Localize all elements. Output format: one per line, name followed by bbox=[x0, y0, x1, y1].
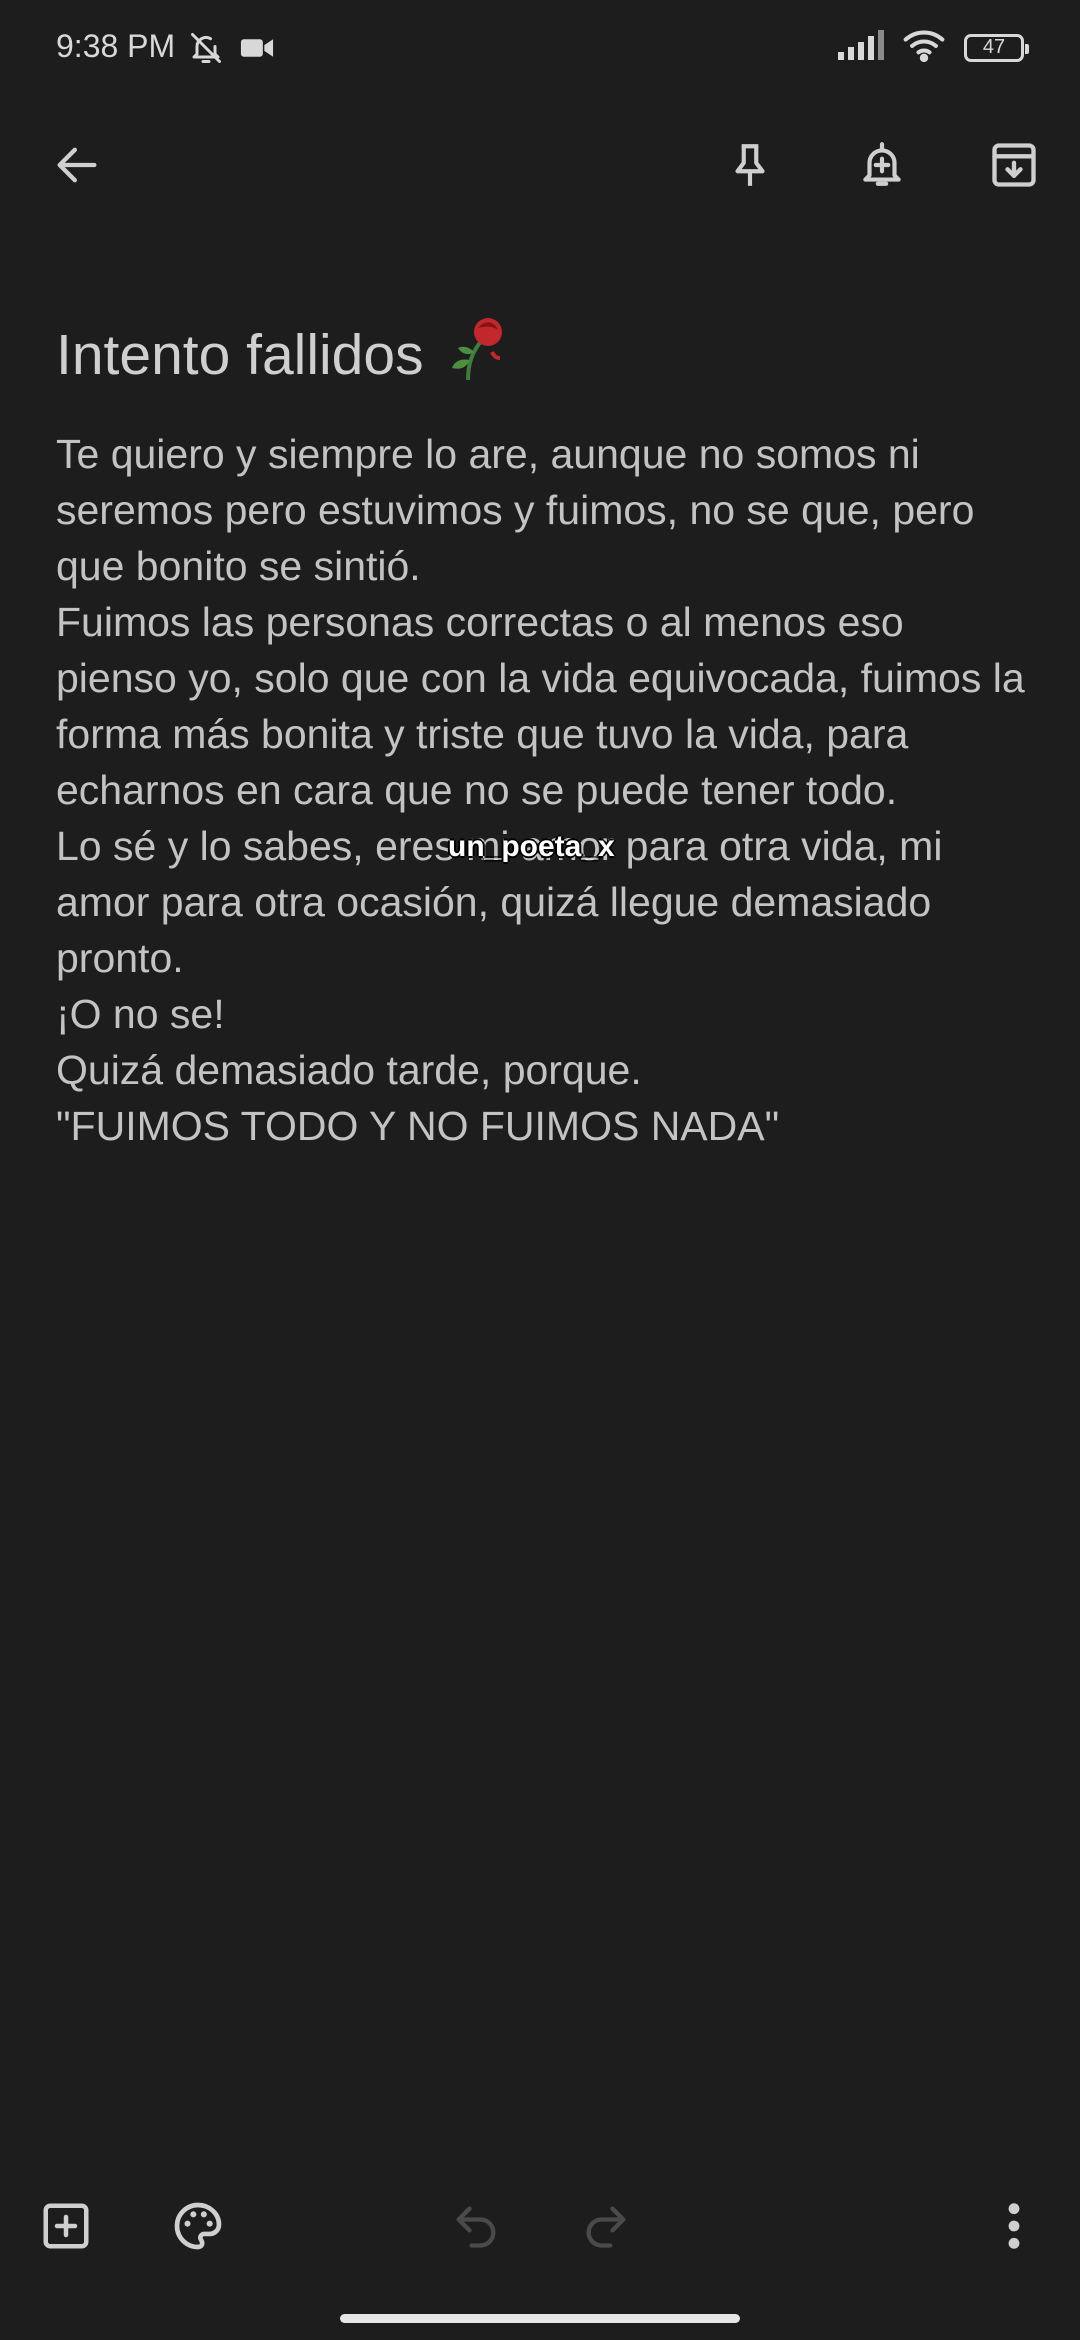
note-paragraph: Quizá demasiado tarde, porque. bbox=[56, 1047, 642, 1093]
undo-button[interactable] bbox=[436, 2188, 516, 2268]
note-toolbar bbox=[0, 110, 1080, 220]
status-right-icons: 47 bbox=[838, 28, 1029, 67]
note-title-text: Intento fallidos bbox=[56, 323, 424, 387]
reminder-bell-icon bbox=[857, 140, 907, 195]
signal-icon bbox=[838, 30, 884, 65]
back-arrow-icon bbox=[51, 139, 103, 196]
watermark-text: un_poeta_x bbox=[448, 830, 615, 863]
battery-icon: 47 bbox=[964, 33, 1029, 62]
back-button[interactable] bbox=[42, 132, 112, 202]
pin-icon bbox=[725, 140, 775, 195]
note-paragraph: Fuimos las personas correctas o al menos… bbox=[56, 599, 1025, 813]
status-time: 9:38 PM bbox=[56, 28, 176, 64]
wilted-rose-icon bbox=[444, 312, 508, 398]
video-camera-icon bbox=[238, 30, 276, 71]
status-bar: 9:38 PM 47 bbox=[0, 0, 1080, 96]
archive-button[interactable] bbox=[979, 132, 1049, 202]
wifi-icon bbox=[902, 28, 946, 67]
pin-button[interactable] bbox=[715, 132, 785, 202]
note-paragraph: "FUIMOS TODO Y NO FUIMOS NADA" bbox=[56, 1103, 780, 1149]
palette-icon bbox=[170, 2198, 226, 2259]
palette-button[interactable] bbox=[158, 2188, 238, 2268]
home-indicator[interactable] bbox=[340, 2314, 740, 2323]
note-paragraph: ¡O no se! bbox=[56, 991, 225, 1037]
note-title[interactable]: Intento fallidos bbox=[56, 312, 508, 398]
note-paragraph: Te quiero y siempre lo are, aunque no so… bbox=[56, 431, 975, 589]
reminder-button[interactable] bbox=[847, 132, 917, 202]
redo-button[interactable] bbox=[566, 2188, 646, 2268]
note-bottom-bar bbox=[0, 2188, 1080, 2274]
status-left-icons bbox=[188, 30, 276, 71]
note-body[interactable]: Te quiero y siempre lo are, aunque no so… bbox=[56, 426, 1026, 1154]
battery-level: 47 bbox=[982, 36, 1006, 58]
more-options-button[interactable] bbox=[974, 2188, 1054, 2268]
archive-icon bbox=[988, 139, 1040, 196]
add-content-button[interactable] bbox=[26, 2188, 106, 2268]
redo-icon bbox=[580, 2200, 632, 2257]
add-box-icon bbox=[39, 2199, 93, 2258]
more-vert-icon bbox=[1004, 2200, 1024, 2257]
bell-off-icon bbox=[188, 30, 224, 71]
undo-icon bbox=[450, 2200, 502, 2257]
